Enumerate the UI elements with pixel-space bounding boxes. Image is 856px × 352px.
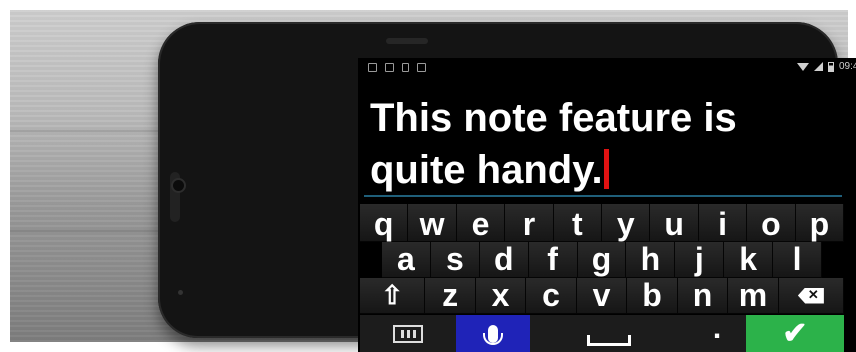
back-button[interactable] — [852, 280, 856, 292]
key-m[interactable]: m — [728, 277, 779, 314]
key-g[interactable]: g — [577, 241, 627, 278]
power-button — [386, 38, 428, 44]
key-y[interactable]: y — [602, 204, 651, 242]
status-bar: 09:42 — [358, 58, 856, 78]
key-e[interactable]: e — [456, 204, 506, 242]
keyboard-icon — [393, 324, 423, 343]
key-k[interactable]: k — [724, 241, 774, 278]
shift-key[interactable]: ⇧ — [360, 278, 426, 314]
bag-icon — [417, 63, 426, 72]
key-x[interactable]: x — [475, 277, 527, 314]
key-f[interactable]: f — [528, 241, 578, 278]
signal-icon — [813, 62, 823, 71]
screen: 09:42 This note feature is q ui t e h a n d y . … — [358, 58, 856, 352]
keyboard-row-3: ⇧ z x c v b n m — [360, 277, 845, 314]
image-icon — [368, 63, 377, 72]
microphone-icon — [483, 324, 503, 345]
key-b[interactable]: b — [627, 277, 678, 314]
key-t[interactable]: t — [553, 204, 603, 242]
microphone-hole — [178, 290, 183, 295]
key-d[interactable]: d — [479, 241, 529, 278]
note-line-2: quite handy. — [370, 144, 830, 196]
key-i[interactable]: i — [698, 204, 748, 242]
recent-apps-button[interactable] — [852, 118, 856, 128]
keyboard-switch-key[interactable] — [360, 315, 456, 352]
key-h[interactable]: h — [626, 241, 676, 278]
keyboard-row-1: q w e r t y u i o p — [360, 204, 845, 242]
gallery-icon — [385, 63, 394, 72]
key-n[interactable]: n — [677, 277, 729, 314]
text-field-underline — [364, 195, 842, 197]
keyboard-bottom-row: . ✔ — [360, 312, 844, 352]
backspace-key[interactable] — [778, 278, 845, 314]
enter-key[interactable]: ✔ — [746, 315, 844, 352]
key-j[interactable]: j — [675, 241, 725, 278]
space-icon — [587, 335, 631, 346]
note-text-area[interactable]: This note feature is quite handy. — [370, 92, 830, 196]
backspace-icon — [797, 287, 824, 304]
key-s[interactable]: s — [430, 241, 480, 278]
clock: 09:42 — [838, 61, 856, 72]
text-cursor — [603, 149, 609, 189]
key-l[interactable]: l — [773, 241, 823, 278]
home-button[interactable] — [852, 200, 856, 213]
key-v[interactable]: v — [576, 277, 628, 314]
wifi-icon — [796, 62, 809, 71]
key-u[interactable]: u — [650, 204, 699, 242]
keyboard-row-2: a s d f g h j k l — [360, 241, 844, 278]
key-z[interactable]: z — [425, 277, 476, 314]
note-line-1: This note feature is — [370, 96, 737, 140]
period-key[interactable]: . — [688, 312, 746, 352]
notification-icons — [368, 63, 426, 72]
device-icon — [402, 63, 409, 72]
key-q[interactable]: q — [360, 204, 409, 242]
key-w[interactable]: w — [408, 204, 457, 242]
battery-icon — [827, 61, 834, 72]
key-c[interactable]: c — [526, 277, 577, 314]
space-key[interactable] — [530, 315, 688, 352]
keyboard: q w e r t y u i o p a s d f g h j k l ⇧ … — [358, 204, 850, 352]
phone-body: 09:42 This note feature is q ui t e h a n d y . … — [158, 22, 856, 352]
voice-input-key[interactable] — [456, 315, 530, 352]
system-icons: 09:42 — [796, 61, 856, 72]
key-o[interactable]: o — [747, 204, 796, 242]
note-line-2-text: quite handy. — [370, 148, 603, 192]
front-camera-icon — [173, 180, 184, 191]
key-r[interactable]: r — [505, 204, 554, 242]
key-p[interactable]: p — [795, 204, 845, 242]
key-a[interactable]: a — [382, 241, 431, 278]
